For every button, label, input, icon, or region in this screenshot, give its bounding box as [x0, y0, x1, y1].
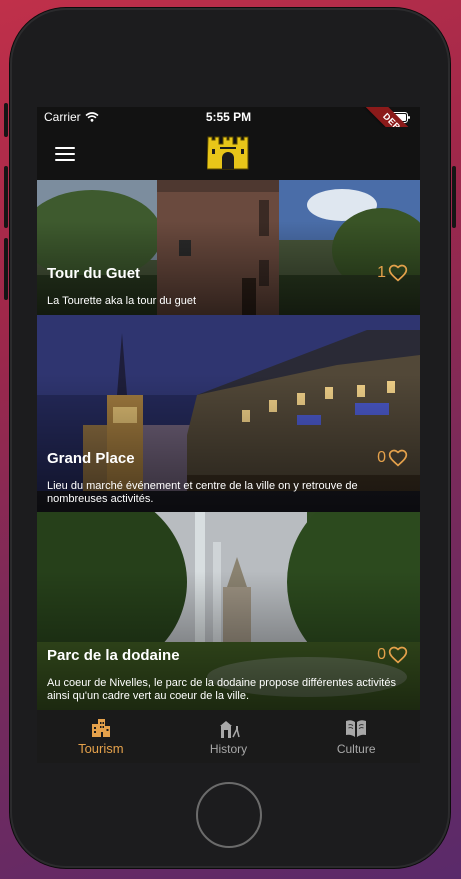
status-bar: Carrier 5:55 PM [37, 107, 420, 127]
attraction-card-tour-du-guet[interactable]: Tour du Guet La Tourette aka la tour du … [37, 180, 420, 315]
nav-label: Tourism [78, 741, 124, 756]
attraction-card-grand-place[interactable]: Grand Place Lieu du marché événement et … [37, 315, 420, 512]
monument-icon [219, 720, 240, 738]
app-screen: Carrier 5:55 PM DEBUG [37, 107, 420, 763]
nav-tab-culture[interactable]: Culture [292, 710, 420, 763]
castle-logo-icon [207, 136, 249, 170]
power-button [452, 166, 456, 228]
like-count: 0 [377, 448, 386, 466]
like-button[interactable]: 1 [377, 263, 408, 282]
heart-outline-icon [388, 449, 408, 467]
card-title: Grand Place [47, 450, 135, 467]
card-title: Parc de la dodaine [47, 647, 180, 664]
app-bar [37, 127, 420, 180]
card-description: Au coeur de Nivelles, le parc de la doda… [47, 677, 396, 702]
hamburger-menu-icon[interactable] [55, 147, 75, 161]
heart-outline-icon [388, 646, 408, 664]
open-book-icon [346, 719, 367, 737]
card-description: La Tourette aka la tour du guet [47, 295, 197, 307]
city-buildings-icon [91, 719, 110, 737]
card-title: Tour du Guet [47, 265, 141, 282]
mute-switch [4, 103, 8, 137]
home-button[interactable] [196, 782, 262, 848]
volume-up-button [4, 166, 8, 228]
like-count: 0 [377, 645, 386, 663]
volume-down-button [4, 238, 8, 300]
bottom-navigation: Tourism History Culture [37, 710, 420, 763]
attraction-card-parc-de-la-dodaine[interactable]: Parc de la dodaine Au coeur de Nivelles,… [37, 512, 420, 710]
like-count: 1 [377, 263, 386, 281]
nav-tab-tourism[interactable]: Tourism [37, 710, 165, 763]
like-button[interactable]: 0 [377, 448, 408, 467]
like-button[interactable]: 0 [377, 645, 408, 664]
attractions-list: Tour du Guet La Tourette aka la tour du … [37, 180, 420, 710]
heart-outline-icon [388, 264, 408, 282]
card-description: Lieu du marché événement et centre de la… [47, 480, 358, 505]
nav-label: Culture [336, 741, 376, 756]
status-time: 5:55 PM [205, 110, 252, 124]
nav-label: History [209, 741, 248, 756]
nav-tab-history[interactable]: History [165, 710, 293, 763]
